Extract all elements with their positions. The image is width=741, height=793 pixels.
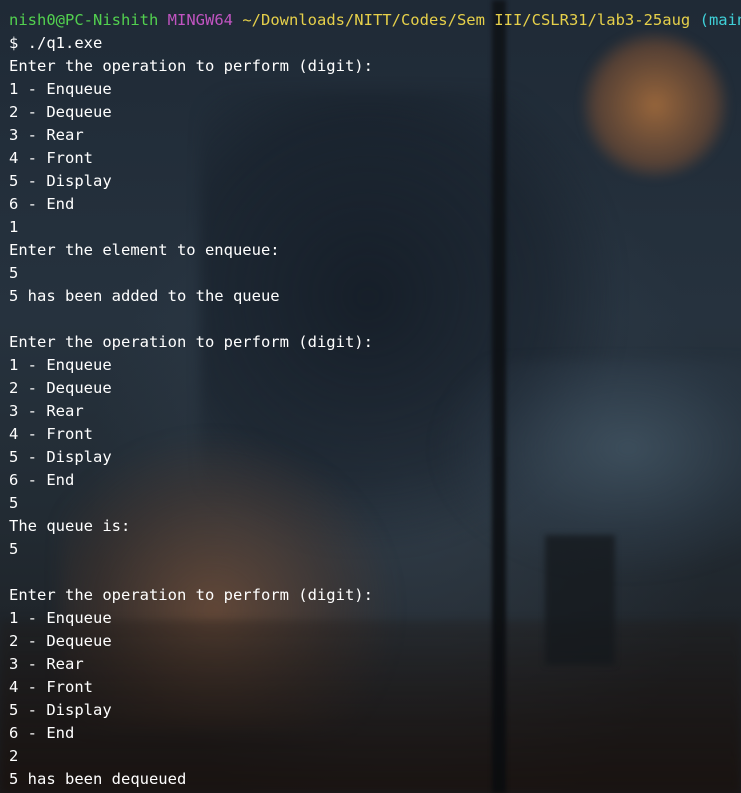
program-output: Enter the operation to perform (digit): 1… (9, 55, 741, 791)
output-line: 5 (9, 494, 19, 512)
output-line: 5 has been added to the queue (9, 287, 280, 305)
output-line: Enter the operation to perform (digit): (9, 333, 373, 351)
output-line: 2 (9, 747, 19, 765)
prompt-git-branch: (main) (699, 11, 741, 29)
output-line: 5 has been dequeued (9, 770, 187, 788)
output-line: 1 - Enqueue (9, 356, 112, 374)
output-line: The queue is: (9, 517, 131, 535)
output-line: Enter the operation to perform (digit): (9, 586, 373, 604)
output-line: 5 - Display (9, 172, 112, 190)
output-line: 2 - Dequeue (9, 379, 112, 397)
terminal-output-area[interactable]: nish0@PC-Nishith MINGW64 ~/Downloads/NIT… (9, 9, 741, 793)
prompt-user-host: nish0@PC-Nishith (9, 11, 159, 29)
output-line: 5 (9, 264, 19, 282)
output-line: Enter the element to enqueue: (9, 241, 280, 259)
output-line: 6 - End (9, 471, 75, 489)
output-line: 5 - Display (9, 448, 112, 466)
output-line: 4 - Front (9, 425, 93, 443)
output-line: 2 - Dequeue (9, 103, 112, 121)
output-line: 1 (9, 218, 19, 236)
output-line: 4 - Front (9, 149, 93, 167)
output-line: 6 - End (9, 195, 75, 213)
output-line: 5 (9, 540, 19, 558)
output-line: 6 - End (9, 724, 75, 742)
command-line: $ ./q1.exe (9, 34, 103, 52)
output-line: 3 - Rear (9, 126, 84, 144)
output-line: 2 - Dequeue (9, 632, 112, 650)
prompt-system: MINGW64 (167, 11, 233, 29)
output-line: 1 - Enqueue (9, 80, 112, 98)
output-line: 4 - Front (9, 678, 93, 696)
output-line: 5 - Display (9, 701, 112, 719)
output-line: 3 - Rear (9, 655, 84, 673)
prompt-line: nish0@PC-Nishith MINGW64 ~/Downloads/NIT… (9, 9, 741, 32)
output-line: 3 - Rear (9, 402, 84, 420)
prompt-path: ~/Downloads/NITT/Codes/Sem III/CSLR31/la… (242, 11, 691, 29)
output-line: 1 - Enqueue (9, 609, 112, 627)
output-line: Enter the operation to perform (digit): (9, 57, 373, 75)
